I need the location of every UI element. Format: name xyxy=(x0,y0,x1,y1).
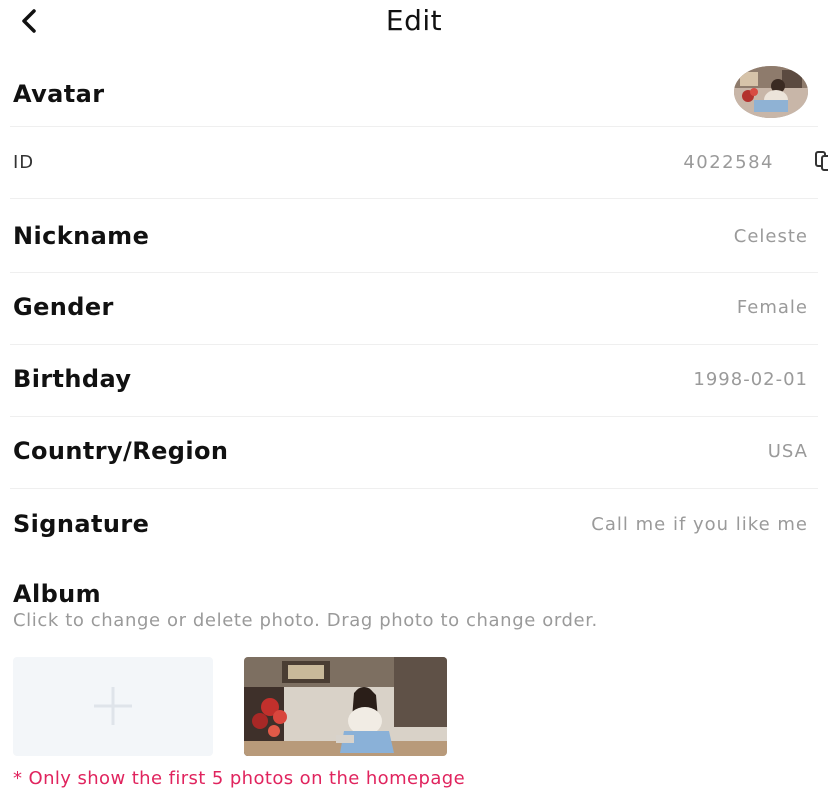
avatar-image xyxy=(734,66,808,118)
gender-row[interactable]: Gender Female xyxy=(0,273,828,345)
gender-label: Gender xyxy=(13,293,114,321)
plus-icon xyxy=(94,687,132,725)
page-title: Edit xyxy=(385,4,443,37)
album-hint: Click to change or delete photo. Drag ph… xyxy=(13,610,598,631)
country-region-value: USA xyxy=(767,441,808,462)
id-label: ID xyxy=(13,152,35,173)
album-note: * Only show the first 5 photos on the ho… xyxy=(13,768,466,789)
signature-label: Signature xyxy=(13,510,150,538)
birthday-value: 1998-02-01 xyxy=(693,369,808,390)
birthday-label: Birthday xyxy=(13,365,132,393)
add-photo-button[interactable] xyxy=(13,657,213,756)
album-photo[interactable] xyxy=(244,657,447,756)
birthday-row[interactable]: Birthday 1998-02-01 xyxy=(0,345,828,417)
nickname-row[interactable]: Nickname Celeste xyxy=(0,200,828,272)
id-value: 4022584 xyxy=(683,152,774,173)
signature-value: Call me if you like me xyxy=(591,514,808,535)
avatar[interactable] xyxy=(734,66,808,118)
nickname-value: Celeste xyxy=(733,226,808,247)
country-region-label: Country/Region xyxy=(13,437,229,465)
album-title: Album xyxy=(13,580,102,608)
header-bar: Edit xyxy=(0,0,828,44)
divider xyxy=(10,126,818,127)
divider xyxy=(10,198,818,199)
gender-value: Female xyxy=(736,297,808,318)
country-region-row[interactable]: Country/Region USA xyxy=(0,417,828,489)
nickname-label: Nickname xyxy=(13,222,150,250)
avatar-row[interactable]: Avatar xyxy=(0,60,828,126)
signature-row[interactable]: Signature Call me if you like me xyxy=(0,489,828,561)
album-photo-image xyxy=(244,657,447,756)
avatar-label: Avatar xyxy=(13,80,105,108)
copy-icon[interactable] xyxy=(808,150,828,174)
